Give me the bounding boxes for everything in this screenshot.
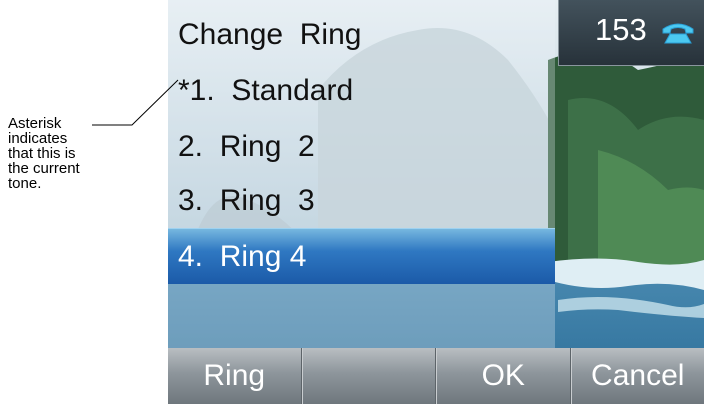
screen-title: Change Ring (178, 18, 362, 51)
annotation-line: that this is (8, 145, 76, 162)
annotation-line: the current (8, 160, 80, 177)
ring-option-standard[interactable]: *1. Standard (168, 63, 555, 119)
ring-option-ring-2[interactable]: 2. Ring 2 (168, 119, 555, 175)
ring-option-label: 4. Ring 4 (178, 240, 307, 273)
annotation-callout-text: Asterisk indicates that this is the curr… (8, 116, 118, 191)
annotation-line: tone. (8, 175, 42, 192)
phone-screen: Change Ring *1. Standard 2. Ring 2 3. Ri… (168, 0, 704, 404)
annotation-line: Asterisk (8, 115, 62, 132)
ring-option-label: *1. Standard (178, 74, 354, 107)
softkey-ring[interactable]: Ring (168, 348, 302, 404)
softkey-ok[interactable]: OK (436, 348, 571, 404)
ring-option-label: 3. Ring 3 (178, 184, 315, 217)
softkey-cancel[interactable]: Cancel (570, 348, 704, 404)
ring-option-ring-4[interactable]: 4. Ring 4 (168, 228, 555, 284)
ring-option-ring-3[interactable]: 3. Ring 3 (168, 173, 555, 229)
annotation-line: indicates (8, 130, 68, 147)
ring-option-label: 2. Ring 2 (178, 130, 315, 163)
softkey-blank[interactable] (301, 348, 436, 404)
softkey-bar: Ring OK Cancel (168, 348, 704, 404)
phone-handset-icon (662, 22, 694, 49)
extension-number: 153 (595, 12, 647, 47)
line-status-indicator: 153 (558, 0, 704, 66)
